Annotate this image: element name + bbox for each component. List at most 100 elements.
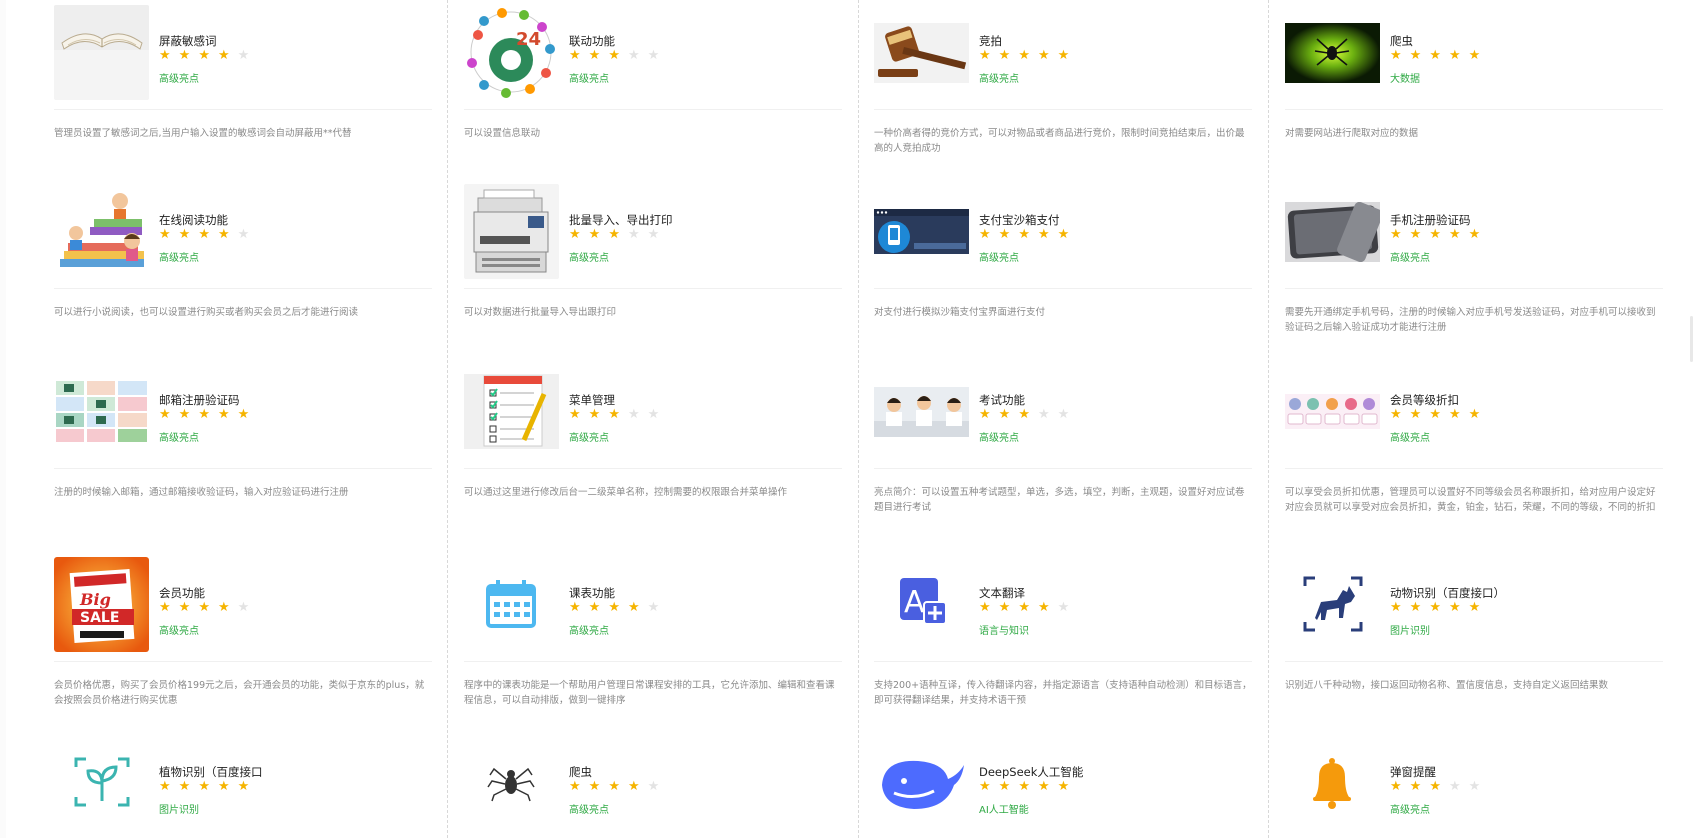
category-tag: 高级亮点 (569, 253, 609, 264)
star-icon: ★ (979, 600, 991, 615)
translate-icon[interactable]: A (874, 557, 969, 652)
students-image[interactable] (874, 364, 969, 459)
feature-title[interactable]: 弹窗提醒 (1390, 764, 1436, 780)
star-icon: ★ (178, 48, 191, 63)
bell-icon[interactable] (1285, 736, 1380, 831)
star-icon: ★ (1037, 600, 1050, 615)
feature-title[interactable]: 会员等级折扣 (1390, 392, 1459, 408)
star-rating: ★ ★ ★ ★ ★ (1390, 49, 1480, 62)
feature-title[interactable]: DeepSeek人工智能 (979, 764, 1083, 780)
category-tag: 高级亮点 (1390, 433, 1430, 444)
category-tag: 高级亮点 (159, 253, 199, 264)
feature-title[interactable]: 动物识别（百度接口） (1390, 585, 1505, 601)
feature-title[interactable]: 批量导入、导出打印 (569, 212, 673, 228)
card-divider (54, 288, 432, 289)
left-edge (0, 0, 6, 838)
category-tag: 高级亮点 (979, 253, 1019, 264)
member-levels-image[interactable] (1285, 364, 1380, 459)
star-rating: ★ ★ ★ ★ ★ (979, 780, 1069, 793)
star-icon: ★ (627, 600, 640, 615)
feature-title[interactable]: 邮箱注册验证码 (159, 392, 240, 408)
svg-text:SALE: SALE (80, 610, 119, 626)
kids-books-image[interactable] (54, 184, 149, 279)
star-icon: ★ (178, 779, 191, 794)
star-icon: ★ (569, 779, 581, 794)
feature-title[interactable]: 竞拍 (979, 33, 1002, 49)
sale-banner-image[interactable]: Big SALE (54, 557, 149, 652)
feature-description: 管理员设置了敏感词之后,当用户输入设置的敏感词会自动屏蔽用**代替 (54, 128, 352, 139)
star-icon: ★ (1468, 779, 1481, 794)
plant-scan-icon[interactable] (54, 736, 149, 831)
feature-description: 可以通过这里进行修改后台一二级菜单名称，控制需要的权限跟合并菜单操作 (464, 487, 788, 498)
feature-title[interactable]: 文本翻译 (979, 585, 1025, 601)
printer-image[interactable] (464, 184, 559, 279)
star-icon: ★ (178, 227, 191, 242)
star-icon: ★ (627, 48, 640, 63)
star-icon: ★ (608, 48, 620, 63)
column-divider (858, 0, 859, 838)
star-icon: ★ (979, 48, 991, 63)
column-divider (447, 0, 448, 838)
category-tag: 语言与知识 (979, 626, 1029, 637)
spider-glow-image[interactable] (1285, 5, 1380, 100)
category-tag: 高级亮点 (1390, 805, 1430, 816)
star-icon: ★ (647, 48, 660, 63)
feature-description: 支持200+语种互译，传入待翻译内容，并指定源语言（支持语种自动检测）和目标语言… (874, 680, 1252, 706)
calendar-icon[interactable] (464, 557, 559, 652)
star-icon: ★ (1429, 227, 1441, 242)
open-book-image[interactable] (54, 5, 149, 100)
star-rating: ★ ★ ★ ★ ★ (979, 49, 1069, 62)
payment-phone-image[interactable] (874, 184, 969, 279)
feature-title[interactable]: 爬虫 (569, 764, 592, 780)
feature-title[interactable]: 会员功能 (159, 585, 205, 601)
category-tag: 高级亮点 (569, 805, 609, 816)
feature-title[interactable]: 屏蔽敏感词 (159, 33, 217, 49)
star-icon: ★ (159, 48, 171, 63)
email-grid-image[interactable] (54, 364, 149, 459)
star-icon: ★ (1018, 779, 1030, 794)
whale-icon[interactable] (874, 736, 969, 831)
feature-title[interactable]: 支付宝沙箱支付 (979, 212, 1060, 228)
star-icon: ★ (178, 600, 191, 615)
star-icon: ★ (998, 779, 1011, 794)
feature-description: 会员价格优惠，购买了会员价格199元之后，会开通会员的功能，类似于京东的plus… (54, 680, 425, 706)
star-icon: ★ (198, 227, 210, 242)
category-tag: 高级亮点 (159, 433, 199, 444)
feature-title[interactable]: 爬虫 (1390, 33, 1413, 49)
feature-description: 可以享受会员折扣优惠，管理员可以设置好不同等级会员名称跟折扣，给对应用户设定好对… (1285, 487, 1656, 513)
star-rating: ★ ★ ★ ★ ★ (569, 780, 659, 793)
checklist-image[interactable] (464, 364, 559, 459)
gavel-image[interactable] (874, 5, 969, 100)
star-icon: ★ (1448, 227, 1461, 242)
star-rating: ★ ★ ★ ★ ★ (159, 780, 249, 793)
star-icon: ★ (1448, 48, 1461, 63)
star-icon: ★ (1429, 48, 1441, 63)
feature-title[interactable]: 植物识别（百度接口 (159, 764, 263, 780)
feature-title[interactable]: 手机注册验证码 (1390, 212, 1471, 228)
feature-title[interactable]: 课表功能 (569, 585, 615, 601)
card-divider (1285, 661, 1663, 662)
feature-title[interactable]: 在线阅读功能 (159, 212, 228, 228)
smartphone-image[interactable] (1285, 184, 1380, 279)
star-icon: ★ (608, 779, 620, 794)
star-icon: ★ (647, 779, 660, 794)
feature-description: 对支付进行模拟沙箱支付宝界面进行支付 (874, 307, 1046, 318)
star-rating: ★ ★ ★ ★ ★ (159, 228, 249, 241)
star-icon: ★ (1057, 600, 1070, 615)
star-icon: ★ (1018, 600, 1030, 615)
feature-title[interactable]: 考试功能 (979, 392, 1025, 408)
feature-title[interactable]: 菜单管理 (569, 392, 615, 408)
network-diagram-image[interactable]: 24 (464, 5, 559, 100)
feature-title[interactable]: 联动功能 (569, 33, 615, 49)
spider-icon[interactable] (464, 736, 559, 831)
star-icon: ★ (569, 227, 581, 242)
star-icon: ★ (159, 227, 171, 242)
category-tag: 高级亮点 (159, 626, 199, 637)
star-icon: ★ (1057, 779, 1070, 794)
star-icon: ★ (1057, 48, 1070, 63)
star-icon: ★ (569, 407, 581, 422)
star-icon: ★ (1390, 227, 1402, 242)
dog-scan-icon[interactable] (1285, 557, 1380, 652)
category-tag: 图片识别 (159, 805, 199, 816)
star-icon: ★ (998, 48, 1011, 63)
